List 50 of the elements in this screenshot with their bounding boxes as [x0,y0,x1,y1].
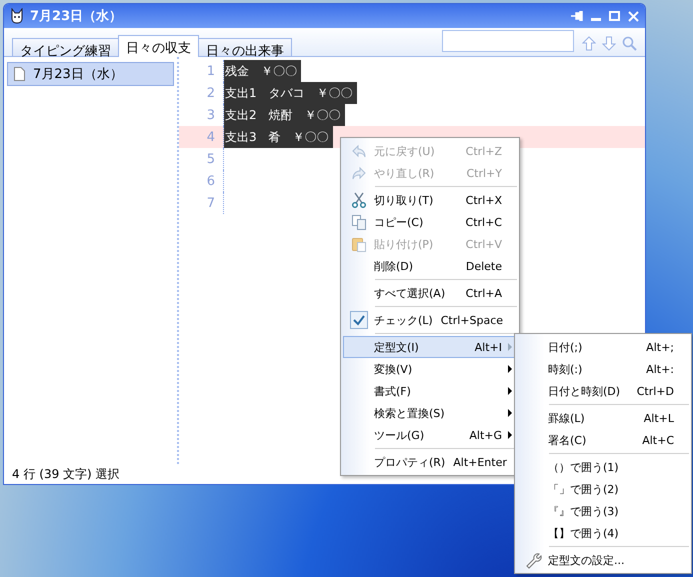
menu-item[interactable]: 定型文の設定... [517,549,689,571]
close-icon[interactable] [628,10,639,22]
menu-item[interactable]: 書式(F) [343,380,517,402]
menu-item[interactable]: 日付と時刻(D) Ctrl+D [517,380,689,402]
menu-item[interactable]: 署名(C) Alt+C [517,429,689,451]
menu-item[interactable]: 『』で囲う(3) [517,500,689,522]
menu-item[interactable]: 削除(D) Delete [343,255,517,277]
line-number: 6 [179,170,224,192]
up-arrow-icon[interactable] [582,36,596,51]
tab[interactable]: 日々の出来事 [198,38,292,56]
clipboard-icon [350,236,368,252]
menu-item[interactable]: 変換(V) [343,358,517,380]
submenu-arrow-icon [508,431,512,439]
sidebar-item[interactable]: 7月23日（水） [7,62,174,86]
menu-item[interactable]: （）で囲う(1) [517,456,689,478]
search-field[interactable] [442,30,574,52]
redo-arrow-icon [350,164,368,182]
menu-item[interactable]: 「」で囲う(2) [517,478,689,500]
tab[interactable]: 日々の収支 [118,35,199,57]
menu-item[interactable]: 日付(;) Alt+; [517,336,689,358]
window-title: 7月23日（水） [30,8,122,25]
line-number: 5 [179,148,224,170]
tab[interactable]: タイピング練習 [12,38,119,56]
menu-item[interactable]: プロパティ(R) Alt+Enter [343,451,517,473]
pin-icon[interactable] [571,11,583,21]
menu-item[interactable]: チェック(L) Ctrl+Space [343,309,517,331]
submenu-arrow-icon [508,387,512,395]
menu-item[interactable]: 検索と置換(S) [343,402,517,424]
cat-icon [10,8,24,24]
wrench-icon [524,552,542,568]
menu-item[interactable]: ツール(G) Alt+G [343,424,517,446]
line-number: 7 [179,192,224,214]
menu-item[interactable]: すべて選択(A) Ctrl+A [343,282,517,304]
document-icon [14,67,25,81]
submenu-arrow-icon [508,409,512,417]
submenu-arrow-icon [508,343,512,351]
menu-item[interactable]: コピー(C) Ctrl+C [343,211,517,233]
down-arrow-icon[interactable] [602,36,616,51]
scissors-icon [350,192,368,208]
menu-item[interactable]: 罫線(L) Alt+L [517,407,689,429]
submenu-arrow-icon [508,365,512,373]
menu-item[interactable]: 定型文(I) Alt+I [343,336,517,358]
menu-item[interactable]: 【】で囲う(4) [517,522,689,544]
copy-icon [350,214,368,230]
menu-item[interactable]: 時刻(:) Alt+: [517,358,689,380]
undo-arrow-icon [350,142,368,160]
status-text: 4 行 (39 文字) 選択 [12,466,120,482]
maximize-icon[interactable] [609,11,620,21]
menu-item[interactable]: 切り取り(T) Ctrl+X [343,189,517,211]
search-icon[interactable] [622,36,637,51]
